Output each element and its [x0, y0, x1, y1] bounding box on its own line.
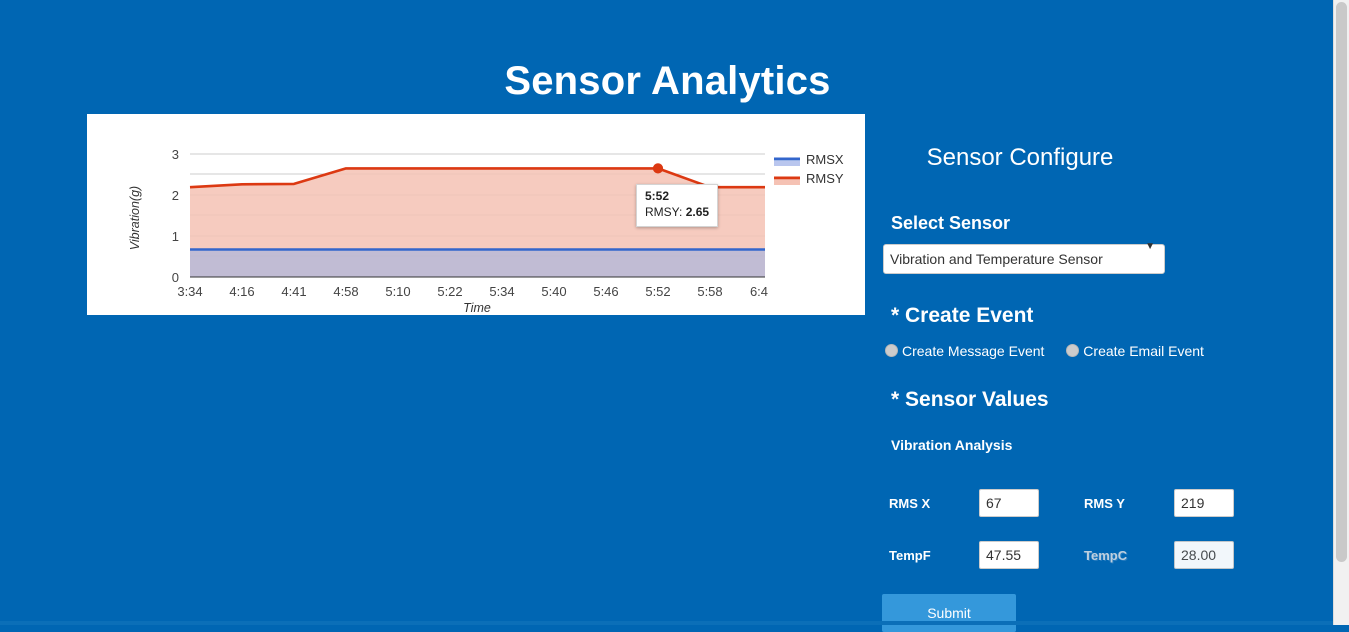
x-tick-11: 6:4	[750, 284, 768, 299]
legend-label-rmsx: RMSX	[806, 152, 844, 167]
chart-tooltip: 5:52 RMSY: 2.65	[636, 184, 719, 227]
sensor-values-heading: * Sensor Values	[891, 388, 1049, 412]
field-label-rms-y: RMS Y	[1084, 495, 1125, 511]
field-rms-x: RMS X	[889, 489, 1084, 518]
x-tick-6: 5:34	[489, 284, 514, 299]
chart-highlight-point	[652, 163, 664, 174]
x-tick-7: 5:40	[541, 284, 566, 299]
tempc-input[interactable]	[1174, 541, 1234, 570]
tooltip-series-label: RMSY:	[645, 204, 683, 219]
tempf-input[interactable]	[979, 541, 1039, 570]
radio-create-email-event[interactable]: Create Email Event	[1066, 344, 1204, 358]
bottom-strip	[0, 621, 1333, 625]
x-axis-title: Time	[463, 301, 491, 315]
rms-y-input[interactable]	[1174, 489, 1234, 518]
y-tick-1: 1	[172, 229, 179, 244]
tooltip-value: RMSY: 2.65	[645, 205, 709, 221]
rms-x-input[interactable]	[979, 489, 1039, 518]
sensor-values-grid: RMS X RMS Y TempF TempC	[889, 477, 1309, 581]
config-panel-title: Sensor Configure	[926, 144, 1114, 171]
x-tick-10: 5:58	[697, 284, 722, 299]
legend-label-rmsy: RMSY	[806, 171, 844, 186]
x-tick-5: 5:22	[437, 284, 462, 299]
chart-card: 3 2 1 0 Vibration(g) 3:34 4:16 4:41 4:58…	[87, 114, 865, 315]
x-tick-8: 5:46	[593, 284, 618, 299]
tooltip-time: 5:52	[645, 189, 670, 203]
y-tick-2: 2	[172, 188, 179, 203]
y-axis-title: Vibration(g)	[128, 186, 142, 250]
y-tick-0: 0	[172, 270, 179, 285]
x-tick-0: 3:34	[177, 284, 202, 299]
field-label-rms-x: RMS X	[889, 495, 931, 511]
radio-dot-icon[interactable]	[1066, 344, 1080, 358]
x-tick-4: 5:10	[385, 284, 410, 299]
field-label-tempf: TempF	[889, 547, 931, 563]
x-tick-9: 5:52	[645, 284, 670, 299]
submit-button[interactable]: Submit	[882, 594, 1016, 632]
x-tick-2: 4:41	[281, 284, 306, 299]
radio-label-create-message-event: Create Message Event	[902, 343, 1045, 360]
field-tempc: TempC	[1084, 541, 1279, 570]
sensor-values-row: RMS X RMS Y	[889, 477, 1309, 529]
sensor-values-row: TempF TempC	[889, 529, 1309, 581]
sensor-configure-panel: Sensor Configure Select Sensor Vibration…	[880, 114, 1330, 632]
rmsx-area	[190, 249, 765, 277]
radio-create-message-event[interactable]: Create Message Event	[885, 344, 1044, 358]
scrollbar-thumb[interactable]	[1336, 2, 1347, 562]
field-tempf: TempF	[889, 541, 1084, 570]
sensor-select[interactable]: Vibration and Temperature Sensor	[883, 244, 1165, 274]
create-event-radio-group: Create Message Event Create Email Event	[885, 343, 1330, 358]
radio-label-create-email-event: Create Email Event	[1083, 343, 1204, 360]
x-tick-3: 4:58	[333, 284, 358, 299]
field-rms-y: RMS Y	[1084, 489, 1279, 518]
tooltip-number: 2.65	[685, 204, 710, 219]
page-title: Sensor Analytics	[504, 58, 831, 103]
y-tick-3: 3	[172, 147, 179, 162]
x-tick-1: 4:16	[229, 284, 254, 299]
vertical-scrollbar[interactable]	[1333, 0, 1349, 625]
select-sensor-label: Select Sensor	[891, 213, 1011, 233]
sensor-select-wrapper: Vibration and Temperature Sensor ▼	[880, 232, 1165, 274]
field-label-tempc: TempC	[1084, 547, 1128, 563]
create-event-heading: * Create Event	[891, 304, 1034, 327]
vibration-analysis-label: Vibration Analysis	[891, 437, 1013, 454]
vibration-chart: 3 2 1 0 Vibration(g) 3:34 4:16 4:41 4:58…	[87, 114, 865, 315]
radio-dot-icon[interactable]	[885, 344, 898, 358]
